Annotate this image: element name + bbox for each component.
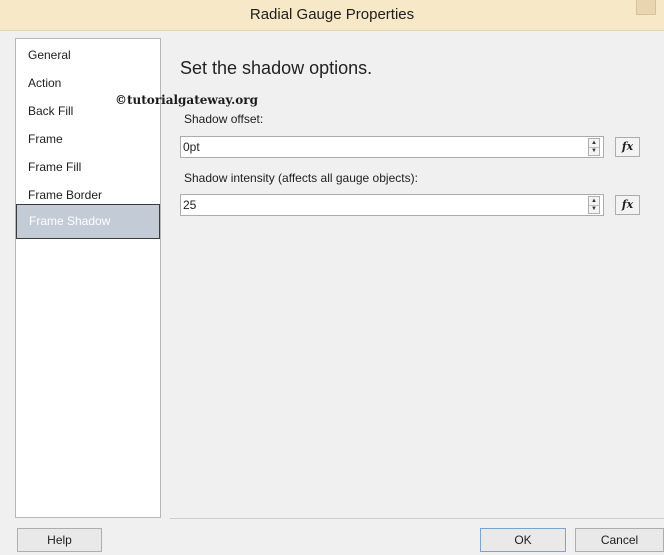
watermark-text: ©tutorialgateway.org [115, 93, 258, 107]
sidebar-item-frame-fill[interactable]: Frame Fill [28, 157, 81, 177]
sidebar-item-frame[interactable]: Frame [28, 129, 63, 149]
page-heading: Set the shadow options. [180, 58, 373, 78]
help-button[interactable]: Help [17, 528, 102, 552]
footer-divider [170, 518, 664, 519]
title-bar: Radial Gauge Properties [0, 0, 664, 31]
shadow-intensity-input[interactable] [181, 195, 583, 215]
shadow-offset-label: Shadow offset: [184, 112, 264, 126]
shadow-intensity-spinner[interactable]: ▲ ▼ [588, 196, 600, 214]
shadow-intensity-expression-button[interactable]: fx [615, 195, 640, 215]
ok-button[interactable]: OK [480, 528, 566, 552]
window-title: Radial Gauge Properties [249, 6, 415, 23]
sidebar-item-action[interactable]: Action [28, 73, 61, 93]
sidebar-item-general[interactable]: General [28, 45, 71, 65]
sidebar-item-frame-shadow[interactable]: Frame Shadow [16, 204, 160, 239]
shadow-offset-input[interactable] [181, 137, 583, 157]
spin-down-icon[interactable]: ▼ [589, 205, 599, 213]
sidebar-nav: General Action Back Fill Frame Frame Fil… [15, 38, 161, 518]
shadow-offset-expression-button[interactable]: fx [615, 137, 640, 157]
shadow-intensity-field: ▲ ▼ [180, 194, 604, 216]
sidebar-item-frame-border[interactable]: Frame Border [28, 185, 102, 205]
cancel-button[interactable]: Cancel [575, 528, 664, 552]
close-button[interactable] [636, 0, 656, 15]
shadow-offset-spinner[interactable]: ▲ ▼ [588, 138, 600, 156]
sidebar-item-back-fill[interactable]: Back Fill [28, 101, 73, 121]
spin-down-icon[interactable]: ▼ [589, 147, 599, 155]
shadow-offset-field: ▲ ▼ [180, 136, 604, 158]
shadow-intensity-label: Shadow intensity (affects all gauge obje… [184, 171, 418, 185]
